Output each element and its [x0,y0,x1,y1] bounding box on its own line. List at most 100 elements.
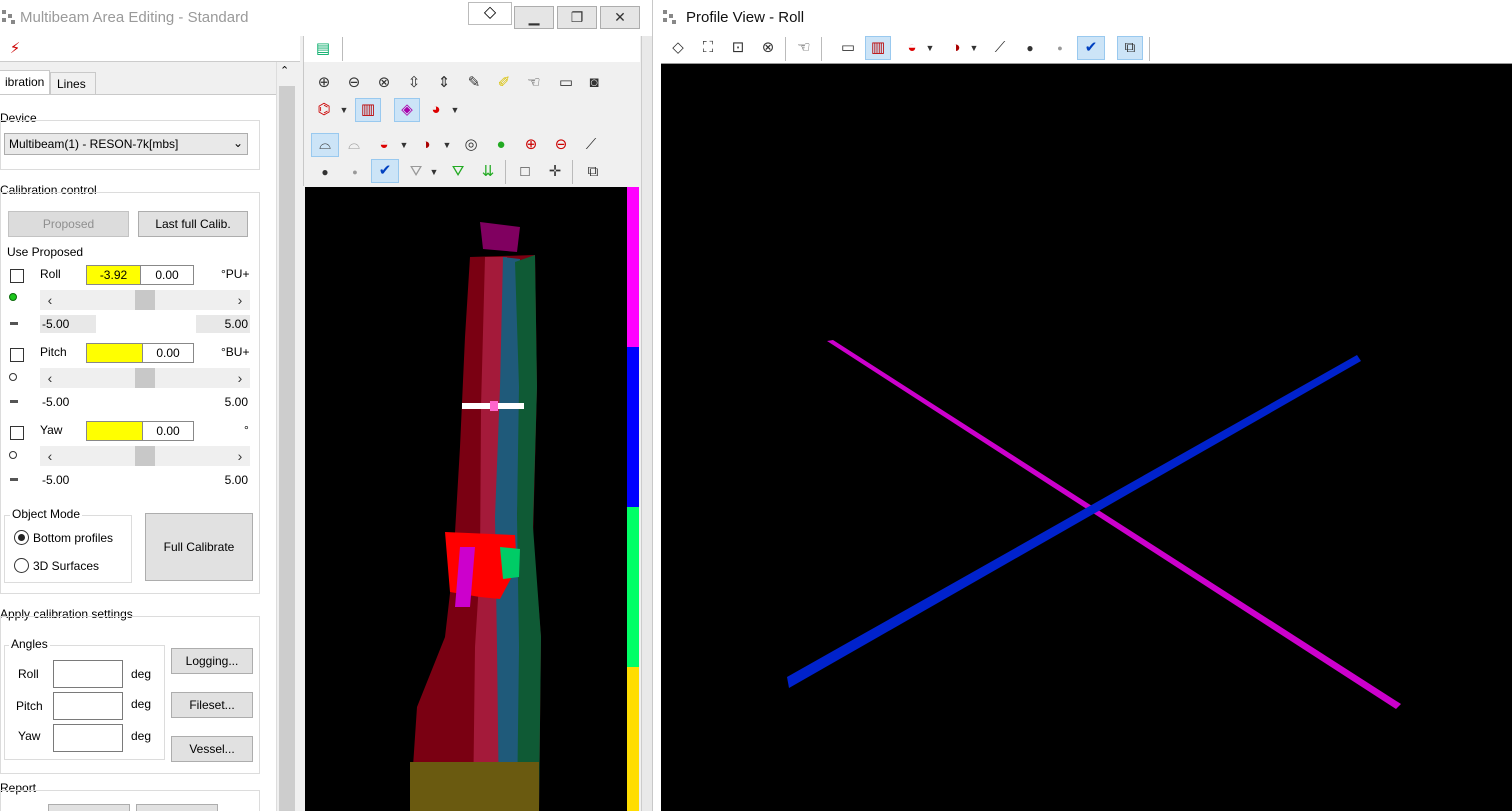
check-filter-icon[interactable]: ✔ [371,159,399,183]
panel-scrollbar[interactable]: ⌃ [276,62,296,811]
last-full-calib-button[interactable]: Last full Calib. [138,211,248,237]
select-polygon-icon[interactable]: ◇ [667,37,689,59]
grid-circle-icon[interactable]: ● [490,134,512,156]
apply-pitch-input[interactable] [53,692,123,720]
profile-icon[interactable]: ⌬ [313,99,335,121]
highlighter-icon[interactable]: ✐ [493,72,515,94]
slider-right-arrow-icon[interactable]: › [232,368,248,388]
pitch-min: -5.00 [40,393,96,411]
zoom-in-icon[interactable]: ⊕ [313,72,335,94]
app-icon [663,10,677,24]
yaw-value-field[interactable]: 0.00 [142,421,194,441]
line-tool-icon[interactable]: ⟋ [989,37,1011,59]
minimize-icon[interactable]: ▁ [514,6,554,29]
select-area-icon[interactable]: ⌓ [311,133,339,157]
point-small-icon[interactable]: ● [344,161,366,183]
check-filter-icon[interactable]: ✔ [1077,36,1105,60]
fileset-button[interactable]: Fileset... [171,692,253,718]
layer-color-icon[interactable]: ◒ [373,134,395,156]
colorbar-band [627,347,639,507]
merge-icon[interactable]: ⇊ [477,161,499,183]
zoom-extent-icon[interactable]: ⊗ [373,72,395,94]
ruler-icon[interactable]: ▭ [555,72,577,94]
toolbar-separator [1149,37,1150,61]
dropdown-arrow-icon[interactable]: ▼ [423,161,445,183]
logging-button[interactable]: Logging... [171,648,253,674]
apply-yaw-input[interactable] [53,724,123,752]
vessel-button[interactable]: Vessel... [171,736,253,762]
profile-canvas[interactable] [661,64,1512,811]
slider-right-arrow-icon[interactable]: › [232,290,248,310]
colorbar-toggle-icon[interactable]: ▥ [355,98,381,122]
calibration-tool-icon[interactable]: ⚡ [4,38,26,60]
dropdown-arrow-icon[interactable]: ▼ [436,134,458,156]
dropdown-arrow-icon[interactable]: ▼ [919,37,941,59]
colorbar-tick: 5 [612,344,619,356]
pitch-value-field[interactable]: 0.00 [142,343,194,363]
filter-down-icon[interactable]: ⛛ [447,161,469,183]
palette-icon[interactable]: ◈ [394,98,420,122]
colorbar-toggle-icon[interactable]: ▥ [865,36,891,60]
tab-lines[interactable]: Lines [50,72,96,96]
point-small-icon[interactable]: ● [1049,37,1071,59]
slider-left-arrow-icon[interactable]: ‹ [42,290,58,310]
roll-slider[interactable]: ‹ › [40,290,250,310]
sun-shade-icon[interactable]: ⌓ [343,134,365,156]
fit-vertical-icon[interactable]: ⇳ [403,72,425,94]
windows-icon[interactable]: ⧉ [582,161,604,183]
zoom-window-icon[interactable]: ⊡ [727,37,749,59]
windows-icon[interactable]: ⧉ [1117,36,1143,60]
full-calibrate-button[interactable]: Full Calibrate [145,513,253,581]
dropdown-arrow-icon[interactable]: ▼ [444,99,466,121]
circle-icon[interactable]: ◎ [460,134,482,156]
slider-left-arrow-icon[interactable]: ‹ [42,446,58,466]
add-point-icon[interactable]: ⊕ [520,134,542,156]
rectangle-icon[interactable]: □ [514,161,536,183]
yaw-checkbox[interactable] [10,426,24,440]
apply-yaw-label: Yaw [18,729,41,743]
roll-checkbox[interactable] [10,269,24,283]
crosshair-icon[interactable]: ✛ [544,161,566,183]
report-button-1[interactable] [48,804,130,811]
area-map-canvas[interactable] [305,187,627,811]
slider-left-arrow-icon[interactable]: ‹ [42,368,58,388]
close-icon[interactable]: ✕ [600,6,640,29]
dropdown-arrow-icon[interactable]: ▼ [333,99,355,121]
scrollbar-thumb[interactable] [279,86,295,811]
proposed-button[interactable]: Proposed [8,211,129,237]
remove-point-icon[interactable]: ⊖ [550,134,572,156]
yaw-slider[interactable]: ‹ › [40,446,250,466]
slider-right-arrow-icon[interactable]: › [232,446,248,466]
pitch-slider[interactable]: ‹ › [40,368,250,388]
roll-slider-thumb[interactable] [135,290,155,310]
pencil-icon[interactable]: ✎ [463,72,485,94]
bottom-profiles-radio[interactable] [14,530,29,545]
point-large-icon[interactable]: ● [1019,37,1041,59]
layout-icon[interactable]: ▤ [312,38,334,60]
scroll-up-icon[interactable]: ⌃ [280,64,289,77]
restore-icon[interactable]: ❐ [557,6,597,29]
point-large-icon[interactable]: ● [314,161,336,183]
dropdown-arrow-icon[interactable]: ▼ [963,37,985,59]
yaw-slider-thumb[interactable] [135,446,155,466]
line-tool-icon[interactable]: ⟋ [580,134,602,156]
dropdown-arrow-icon[interactable]: ▼ [393,134,415,156]
pan-hand-icon[interactable]: ☜ [523,72,545,94]
ruler-icon[interactable]: ▭ [837,37,859,59]
device-dropdown[interactable]: Multibeam(1) - RESON-7k[mbs] ⌄ [4,133,248,155]
zoom-extent-icon[interactable]: ⛶ [697,37,719,59]
apply-roll-input[interactable] [53,660,123,688]
diamond-icon[interactable]: ◇ [468,2,512,25]
pitch-slider-thumb[interactable] [135,368,155,388]
shade-mode-icon[interactable]: ◑ [415,134,437,156]
zoom-out-icon[interactable]: ⊖ [343,72,365,94]
fit-horizontal-icon[interactable]: ⇕ [433,72,455,94]
tab-calibration[interactable]: ibration [0,70,50,94]
camera-icon[interactable]: ◙ [583,72,605,94]
pitch-checkbox[interactable] [10,348,24,362]
3d-surfaces-radio[interactable] [14,558,29,573]
pan-hand-icon[interactable]: ☜ [793,37,815,59]
roll-value-field[interactable]: 0.00 [140,265,194,285]
zoom-reset-icon[interactable]: ⊗ [757,37,779,59]
report-button-2[interactable] [136,804,218,811]
